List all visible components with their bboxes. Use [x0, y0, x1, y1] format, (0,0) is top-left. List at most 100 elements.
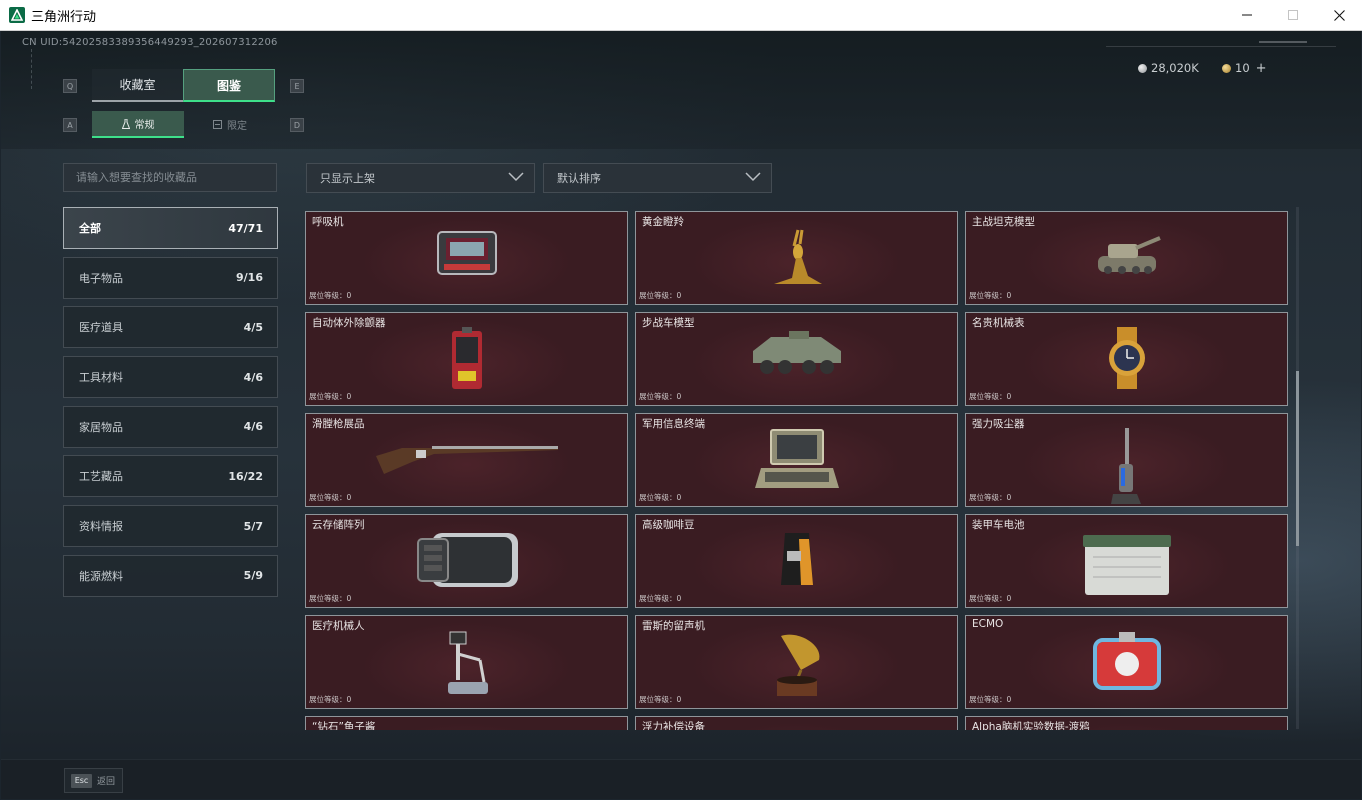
card-booth-level: 展位等级：0	[969, 594, 1012, 603]
card-name: 自动体外除颤器	[312, 317, 386, 329]
card-booth-level: 展位等级：0	[639, 695, 682, 704]
card-name: 军用信息终端	[642, 418, 705, 430]
window-title: 三角洲行动	[31, 9, 97, 25]
collection-card[interactable]: 步战车模型 展位等级：0	[635, 312, 958, 406]
card-name: 名贵机械表	[972, 317, 1025, 329]
card-booth-level: 展位等级：0	[969, 695, 1012, 704]
card-name: 步战车模型	[642, 317, 695, 329]
category-count: 47/71	[228, 221, 263, 235]
tab-atlas[interactable]: 图鉴	[183, 69, 275, 102]
category-label: 医疗道具	[79, 321, 123, 335]
card-booth-level: 展位等级：0	[309, 392, 352, 401]
gem-balance[interactable]: 10 +	[1222, 60, 1267, 76]
collection-card[interactable]: 装甲车电池 展位等级：0	[965, 514, 1288, 608]
collection-card[interactable]: “钻石”鱼子酱展位等级：0	[305, 716, 628, 730]
card-booth-level: 展位等级：0	[969, 493, 1012, 502]
collection-card[interactable]: 自动体外除颤器 展位等级：0	[305, 312, 628, 406]
maximize-button[interactable]	[1270, 0, 1316, 31]
coin-amount: 28,020K	[1151, 61, 1199, 75]
tank-model-icon	[1092, 226, 1162, 286]
category-item[interactable]: 资料情报 5/7	[63, 505, 278, 548]
maximize-icon	[1288, 10, 1298, 20]
collection-card[interactable]: 强力吸尘器展位等级：0	[965, 413, 1288, 507]
subtab-limited[interactable]: 限定	[184, 111, 276, 138]
limited-icon	[213, 120, 222, 129]
card-name: “钻石”鱼子酱	[312, 721, 376, 730]
shelf-filter-value: 只显示上架	[320, 172, 375, 185]
medical-robot-icon	[440, 630, 494, 704]
game-view: CN UID:5420258338935644929​3_20260731220…	[1, 31, 1361, 799]
collection-card[interactable]: 呼吸机展位等级：0	[305, 211, 628, 305]
ventilator-icon	[434, 226, 500, 284]
collection-grid: 呼吸机 展位等级：0 黄金瞪羚 展位等级：0 主战坦克模型 展位等级：0 自动体外除颤器 展位…	[305, 211, 1293, 730]
minimize-button[interactable]	[1224, 0, 1270, 31]
card-name: 黄金瞪羚	[642, 216, 684, 228]
decorative-ticks	[31, 49, 37, 89]
category-count: 16/22	[228, 469, 263, 483]
category-item[interactable]: 工艺藏品 16/22	[63, 455, 278, 498]
search-input[interactable]	[76, 171, 266, 184]
collection-card[interactable]: 主战坦克模型 展位等级：0	[965, 211, 1288, 305]
gold-coin-icon	[1222, 63, 1231, 73]
grid-scrollbar-thumb[interactable]	[1296, 371, 1299, 546]
ecmo-icon	[1089, 630, 1165, 700]
collection-card[interactable]: 高级咖啡豆 展位等级：0	[635, 514, 958, 608]
collection-card[interactable]: 云存储阵列 展位等级：0	[305, 514, 628, 608]
search-box[interactable]	[63, 163, 277, 192]
category-item[interactable]: 全部 47/71	[63, 207, 278, 249]
subtab-normal[interactable]: 常规	[92, 111, 184, 138]
close-window-button[interactable]	[1316, 0, 1362, 31]
coffee-bag-icon	[777, 529, 817, 593]
terminal-icon	[754, 428, 839, 498]
back-button[interactable]: Esc 返回	[64, 768, 123, 793]
card-name: 雷斯的留声机	[642, 620, 705, 632]
card-booth-level: 展位等级：0	[639, 493, 682, 502]
shelf-filter-dropdown[interactable]: 只显示上架	[306, 163, 535, 193]
category-label: 家居物品	[79, 420, 123, 434]
category-item[interactable]: 家居物品 4/6	[63, 405, 278, 448]
silver-coin-icon	[1138, 63, 1147, 73]
category-label: 资料情报	[79, 520, 123, 534]
collection-card[interactable]: 名贵机械表 展位等级：0	[965, 312, 1288, 406]
category-item[interactable]: 能源燃料 5/9	[63, 554, 278, 597]
back-label: 返回	[97, 777, 116, 787]
card-booth-level: 展位等级：0	[969, 291, 1012, 300]
tab-collection-room[interactable]: 收藏室	[92, 69, 183, 102]
app-logo-icon	[9, 7, 25, 23]
card-name: 呼吸机	[312, 216, 344, 228]
collection-card[interactable]: 医疗机械人 展位等级：0	[305, 615, 628, 709]
collection-card[interactable]: ECMO 展位等级：0	[965, 615, 1288, 709]
card-name: ECMO	[972, 618, 1004, 630]
collection-grid-viewport[interactable]: 呼吸机 展位等级：0 黄金瞪羚 展位等级：0 主战坦克模型 展位等级：0 自动体外除颤器 展位…	[305, 211, 1293, 730]
collection-card[interactable]: 滑膛枪展品 展位等级：0	[305, 413, 628, 507]
defibrillator-icon	[444, 327, 490, 397]
key-hint-next-subtab: D	[290, 118, 304, 132]
category-label: 电子物品	[79, 271, 123, 285]
card-name: 强力吸尘器	[972, 418, 1025, 430]
collection-card[interactable]: 黄金瞪羚 展位等级：0	[635, 211, 958, 305]
collection-card[interactable]: 雷斯的留声机 展位等级：0	[635, 615, 958, 709]
add-currency-icon[interactable]: +	[1256, 61, 1267, 76]
uid-label: CN UID:5420258338935644929​3_20260731220…	[22, 37, 278, 48]
card-name: 浮力补偿设备	[642, 721, 705, 730]
category-count: 4/5	[243, 320, 263, 334]
category-item[interactable]: 医疗道具 4/5	[63, 306, 278, 349]
card-name: Alpha脑机实验数据-渡鸦	[972, 721, 1090, 730]
category-label: 工艺藏品	[79, 470, 123, 484]
card-booth-level: 展位等级：0	[309, 594, 352, 603]
sort-value: 默认排序	[557, 172, 601, 185]
subtab-limited-label: 限定	[227, 121, 247, 132]
card-booth-level: 展位等级：0	[309, 291, 352, 300]
category-item[interactable]: 工具材料 4/6	[63, 356, 278, 399]
category-count: 4/6	[243, 370, 263, 384]
collection-card[interactable]: Alpha脑机实验数据-渡鸦展位等级：0	[965, 716, 1288, 730]
sort-dropdown[interactable]: 默认排序	[543, 163, 772, 193]
gramophone-icon	[767, 630, 827, 706]
card-name: 医疗机械人	[312, 620, 365, 632]
category-list: 全部 47/71 电子物品 9/16 医疗道具 4/5 工具材料 4/6 家居物品 4/6 工艺藏品…	[63, 207, 278, 605]
collection-card[interactable]: 浮力补偿设备展位等级：0	[635, 716, 958, 730]
chevron-down-icon	[745, 172, 761, 182]
category-item[interactable]: 电子物品 9/16	[63, 256, 278, 299]
collection-card[interactable]: 军用信息终端 展位等级：0	[635, 413, 958, 507]
category-count: 5/7	[243, 519, 263, 533]
